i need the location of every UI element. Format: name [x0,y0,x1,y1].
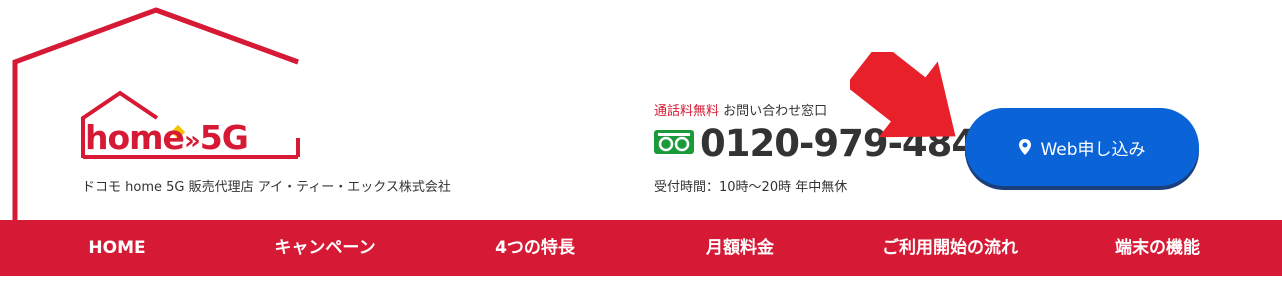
web-apply-button[interactable]: Web申し込み [965,108,1199,186]
nav-item-device-functions[interactable]: 端末の機能 [1095,220,1220,276]
business-hours: 受付時間：10時～20時 年中無休 [654,180,848,195]
web-apply-label: Web申し込み [1040,139,1146,160]
logo-chevron: » [183,126,201,156]
logo-5g-text: 5G [199,118,249,157]
main-nav: HOME キャンペーン 4つの特長 月額料金 ご利用開始の流れ 端末の機能 [0,220,1282,276]
nav-item-monthly-fee[interactable]: 月額料金 [680,220,800,276]
company-tagline: ドコモ home 5G 販売代理店 アイ・ティー・エックス株式会社 [82,180,451,195]
inquiry-label: お問い合わせ窓口 [723,104,828,119]
pin-icon [1019,139,1032,155]
home5g-logo[interactable]: home»5G [80,90,302,160]
nav-item-campaign[interactable]: キャンペーン [250,220,400,276]
contact-label: 通話料無料 お問い合わせ窓口 [654,100,827,119]
nav-item-features[interactable]: 4つの特長 [470,220,600,276]
freedial-icon [654,130,694,154]
red-arrow-graphic [850,52,956,138]
free-call-label: 通話料無料 [654,104,720,119]
nav-item-home[interactable]: HOME [62,220,172,276]
logo-home-text: home [85,118,185,157]
nav-item-start-flow[interactable]: ご利用開始の流れ [860,220,1040,276]
logo-text: home»5G [85,118,249,157]
